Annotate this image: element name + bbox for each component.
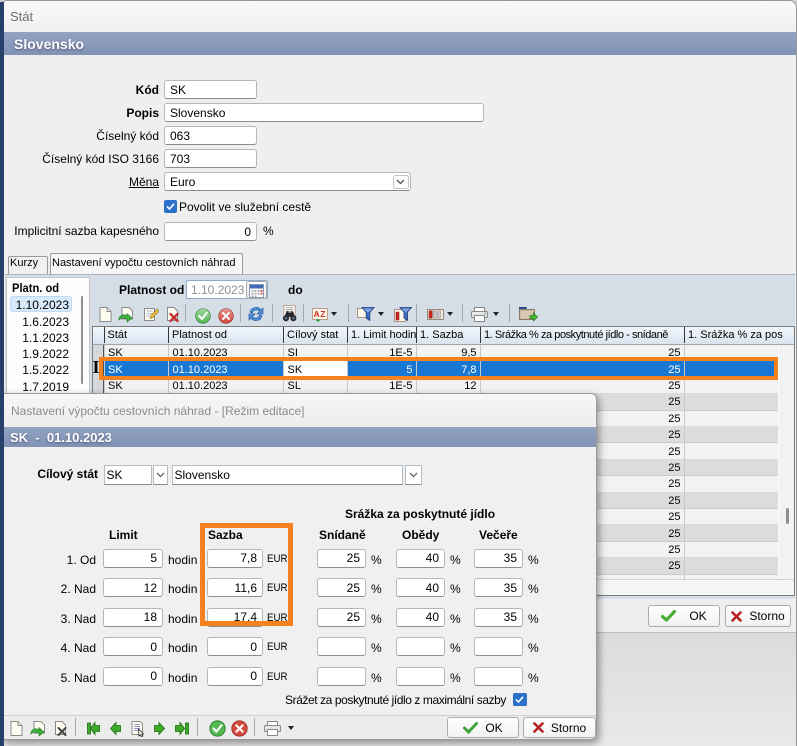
svg-text:Z: Z: [320, 309, 325, 319]
